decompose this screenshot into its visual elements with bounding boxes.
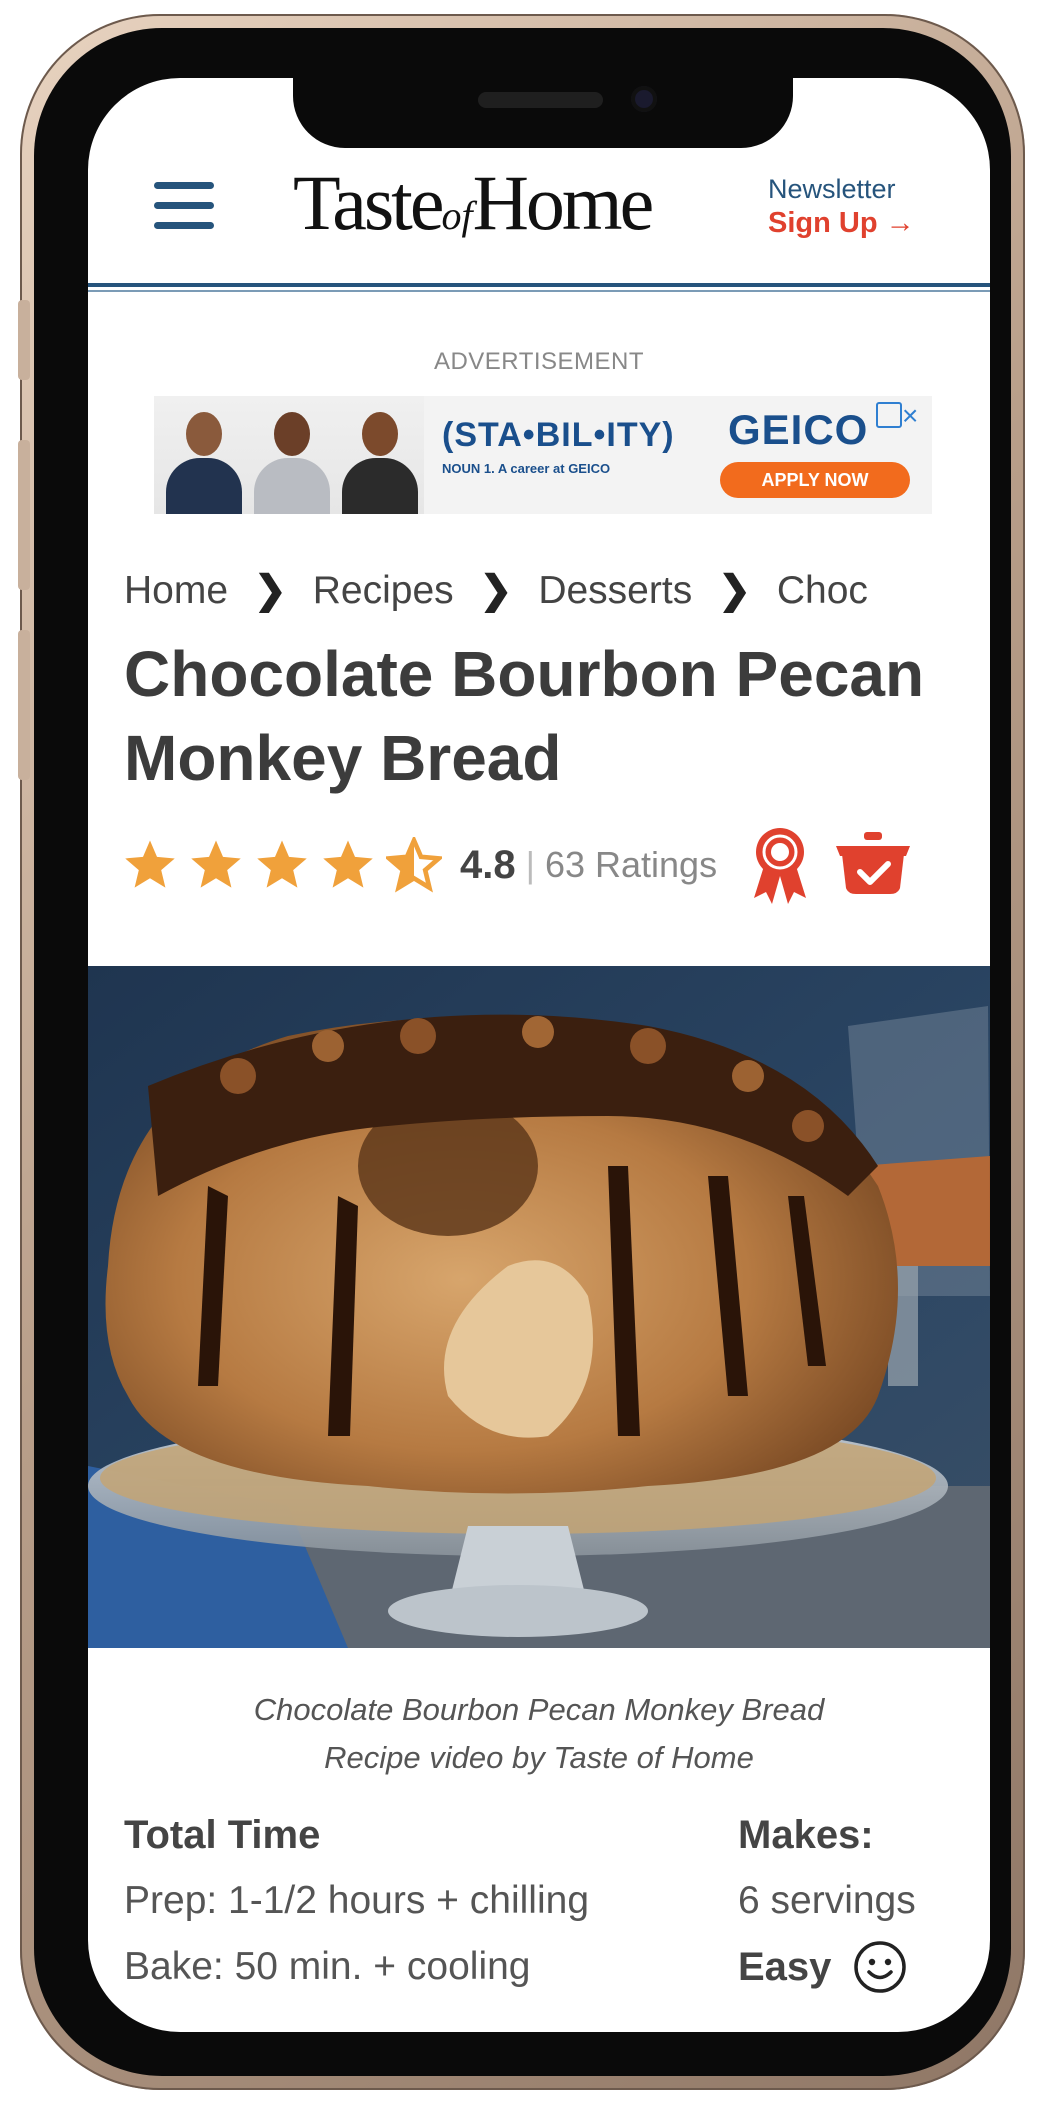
ad-person <box>246 404 338 514</box>
phone-notch <box>293 78 793 148</box>
logo-text-taste: Taste <box>293 159 444 246</box>
front-camera <box>631 86 657 112</box>
recipe-yield-details: Makes: 6 servings Easy <box>738 1802 916 2000</box>
header-divider <box>88 283 990 287</box>
phone-volume-up-button <box>18 440 30 590</box>
chevron-right-icon: ❯ <box>479 569 513 612</box>
ad-person <box>158 404 250 514</box>
newsletter-label: Newsletter <box>768 174 896 204</box>
recipe-hero-image[interactable] <box>88 966 990 1648</box>
advertisement-banner[interactable]: (STA•BIL•ITY) NOUN 1. A career at GEICO … <box>154 396 932 514</box>
breadcrumb-desserts[interactable]: Desserts <box>538 569 692 612</box>
image-caption: Chocolate Bourbon Pecan Monkey Bread Rec… <box>88 1686 990 1782</box>
ad-person <box>334 404 426 514</box>
phone-side-button <box>18 300 30 380</box>
chevron-right-icon: ❯ <box>254 569 287 612</box>
ad-subline: NOUN 1. A career at GEICO <box>442 461 611 476</box>
ad-copy: (STA•BIL•ITY) NOUN 1. A career at GEICO <box>442 416 675 476</box>
ad-headline: (STA•BIL•ITY) <box>442 416 675 454</box>
header-divider-secondary <box>88 290 990 292</box>
speaker-grille <box>478 92 603 108</box>
rating-count-link[interactable]: 63 Ratings <box>545 844 717 886</box>
star-full-icon <box>257 840 307 888</box>
smiley-face-icon <box>854 1941 907 1993</box>
site-logo[interactable]: TasteofHome <box>293 164 654 242</box>
breadcrumb-home[interactable]: Home <box>124 569 228 612</box>
recipe-title: Chocolate Bourbon Pecan Monkey Bread <box>124 638 925 794</box>
logo-text-of: of <box>441 193 473 238</box>
logo-text-home: Home <box>472 159 655 246</box>
breadcrumb-recipes[interactable]: Recipes <box>313 569 454 612</box>
cooking-pot-check-icon[interactable] <box>834 832 912 894</box>
chevron-right-icon: ❯ <box>718 569 751 612</box>
advertisement-label: ADVERTISEMENT <box>433 348 645 375</box>
makes-value: 6 servings <box>738 1879 916 1922</box>
signup-label: Sign Up → <box>768 207 915 239</box>
difficulty-indicator: Easy <box>738 1934 916 2000</box>
rating-separator: | <box>525 844 535 885</box>
breadcrumb-current[interactable]: Choc <box>777 569 868 612</box>
prep-time: Prep: 1-1/2 hours + chilling <box>124 1879 590 1922</box>
star-full-icon <box>125 840 175 888</box>
bake-time: Bake: 50 min. + cooling <box>124 1945 531 1988</box>
ad-close-icon[interactable]: × <box>902 400 918 432</box>
award-ribbon-icon[interactable] <box>750 826 810 904</box>
breadcrumb: Home ❯ Recipes ❯ Desserts ❯ Choc <box>124 568 990 613</box>
hamburger-menu-icon[interactable] <box>154 182 214 230</box>
total-time-label: Total Time <box>124 1813 321 1857</box>
star-full-icon <box>191 840 241 888</box>
phone-volume-down-button <box>18 630 30 780</box>
rating-value: 4.8 <box>460 842 516 887</box>
newsletter-signup-link[interactable]: Newsletter Sign Up → <box>768 174 915 240</box>
ad-people-image <box>154 396 424 514</box>
caption-credit: Recipe video by Taste of Home <box>324 1740 754 1775</box>
difficulty-label: Easy <box>738 1945 832 1989</box>
ad-apply-button[interactable]: APPLY NOW <box>720 462 910 498</box>
recipe-time-details: Total Time Prep: 1-1/2 hours + chilling … <box>124 1802 589 2000</box>
makes-label: Makes: <box>738 1813 874 1857</box>
phone-screen: TasteofHome Newsletter Sign Up → ADVERTI… <box>88 78 990 2032</box>
adchoices-icon[interactable] <box>876 402 902 428</box>
caption-title: Chocolate Bourbon Pecan Monkey Bread <box>253 1692 825 1727</box>
rating-row[interactable]: 4.8 | 63 Ratings <box>122 830 717 900</box>
star-partial-icon <box>386 837 442 893</box>
star-full-icon <box>323 840 373 888</box>
ad-brand-logo: GEICO <box>728 406 869 453</box>
